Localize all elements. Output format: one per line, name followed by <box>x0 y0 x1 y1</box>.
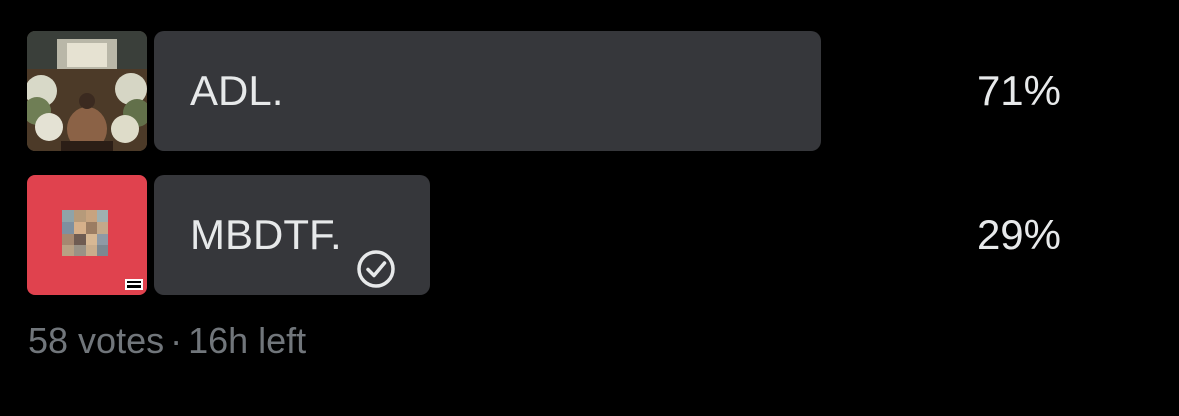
album-cover-mbdtf-thumbnail <box>27 175 147 295</box>
poll-option-label: ADL. <box>190 31 283 151</box>
poll: ADL. 71% MBDTF. 29% 58 votes · 16h left <box>0 0 1179 416</box>
poll-option-label: MBDTF. <box>190 175 396 295</box>
poll-option-mbdtf: MBDTF. 29% <box>27 175 1107 295</box>
album-cover-adl-icon <box>27 31 147 151</box>
check-circle-icon <box>356 215 396 288</box>
poll-option-text: ADL. <box>190 67 284 114</box>
poll-footer-separator: · <box>170 320 183 361</box>
poll-footer: 58 votes · 16h left <box>28 320 306 362</box>
album-cover-mbdtf-icon <box>27 175 147 295</box>
poll-option-adl: ADL. 71% <box>27 31 1107 151</box>
poll-time-left: 16h left <box>188 320 307 361</box>
poll-option-percent: 71% <box>976 67 1061 114</box>
poll-vote-count: 58 votes <box>28 320 165 361</box>
poll-option-percent: 29% <box>976 211 1061 258</box>
album-cover-adl-thumbnail <box>27 31 147 151</box>
poll-option-text: MBDTF. <box>190 211 342 258</box>
